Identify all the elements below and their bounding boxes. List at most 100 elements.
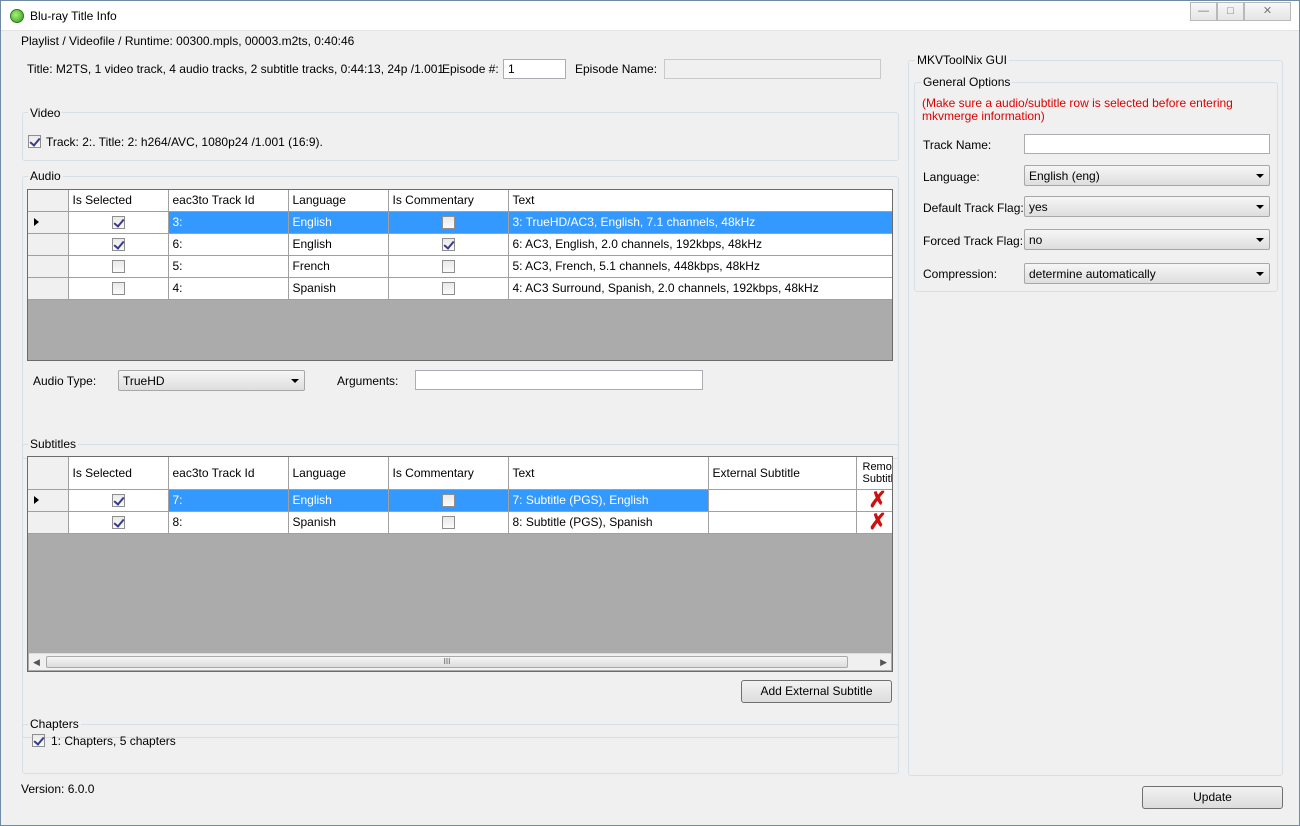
text-cell[interactable]: 6: AC3, English, 2.0 channels, 192kbps, … [508, 233, 892, 256]
version-label: Version: 6.0.0 [21, 782, 95, 796]
is-selected-cell[interactable] [68, 511, 169, 534]
track-id-cell[interactable]: 8: [168, 511, 289, 534]
remove-subtitle-cell[interactable]: ✗ [856, 489, 892, 512]
general-options-label: General Options [921, 75, 1013, 89]
table-row[interactable]: 8: Spanish 8: Subtitle (PGS), Spanish ✗ [28, 511, 892, 534]
default-track-flag-select[interactable]: yes [1024, 196, 1270, 217]
text-cell[interactable]: 7: Subtitle (PGS), English [508, 489, 709, 512]
is-commentary-cell[interactable] [388, 233, 509, 256]
subtitles-grid-header: Is Selected eac3to Track Id Language Is … [28, 457, 892, 490]
is-commentary-checkbox[interactable] [441, 260, 455, 274]
is-commentary-checkbox[interactable] [441, 494, 455, 508]
language-cell[interactable]: French [288, 255, 389, 278]
minimize-button[interactable]: — [1190, 2, 1217, 21]
row-header[interactable] [28, 211, 69, 234]
column-header[interactable]: eac3to Track Id [168, 457, 289, 490]
row-header[interactable] [28, 277, 69, 300]
scrollbar-thumb[interactable]: III [46, 656, 848, 668]
language-cell[interactable]: Spanish [288, 277, 389, 300]
episode-name-input[interactable] [664, 59, 881, 79]
chevron-down-icon [291, 379, 299, 383]
is-selected-cell[interactable] [68, 489, 169, 512]
column-header[interactable]: Text [508, 457, 709, 490]
maximize-button[interactable]: □ [1217, 2, 1244, 21]
is-commentary-checkbox[interactable] [441, 516, 455, 530]
episode-number-input[interactable]: 1 [503, 59, 566, 79]
is-commentary-cell[interactable] [388, 511, 509, 534]
column-header[interactable]: Language [288, 190, 389, 212]
is-selected-cell[interactable] [68, 211, 169, 234]
column-header[interactable]: eac3to Track Id [168, 190, 289, 212]
is-selected-checkbox[interactable] [111, 238, 125, 252]
table-row[interactable]: 6: English 6: AC3, English, 2.0 channels… [28, 233, 892, 256]
language-cell[interactable]: English [288, 233, 389, 256]
is-selected-checkbox[interactable] [111, 216, 125, 230]
is-selected-cell[interactable] [68, 277, 169, 300]
column-header[interactable]: External Subtitle [708, 457, 857, 490]
scroll-right-icon[interactable]: ▶ [880, 657, 887, 668]
remove-icon[interactable]: ✗ [869, 489, 887, 510]
track-name-input[interactable] [1024, 134, 1270, 154]
table-row[interactable]: 5: French 5: AC3, French, 5.1 channels, … [28, 255, 892, 278]
track-id-cell[interactable]: 3: [168, 211, 289, 234]
title-bar[interactable]: Blu-ray Title Info — □ ✕ [1, 1, 1299, 31]
track-id-cell[interactable]: 6: [168, 233, 289, 256]
row-header[interactable] [28, 489, 69, 512]
is-commentary-cell[interactable] [388, 211, 509, 234]
track-id-cell[interactable]: 7: [168, 489, 289, 512]
column-header[interactable]: Remo Subtitl [856, 457, 892, 490]
track-id-cell[interactable]: 5: [168, 255, 289, 278]
is-selected-cell[interactable] [68, 255, 169, 278]
row-header[interactable] [28, 255, 69, 278]
column-header[interactable]: Language [288, 457, 389, 490]
language-select[interactable]: English (eng) [1024, 165, 1270, 186]
is-commentary-checkbox[interactable] [441, 238, 455, 252]
external-subtitle-cell[interactable] [708, 511, 857, 534]
arguments-input[interactable] [415, 370, 703, 390]
audio-type-select[interactable]: TrueHD [118, 370, 305, 391]
is-commentary-cell[interactable] [388, 277, 509, 300]
text-cell[interactable]: 5: AC3, French, 5.1 channels, 448kbps, 4… [508, 255, 892, 278]
is-selected-cell[interactable] [68, 233, 169, 256]
is-commentary-cell[interactable] [388, 255, 509, 278]
track-id-cell[interactable]: 4: [168, 277, 289, 300]
language-cell[interactable]: English [288, 211, 389, 234]
update-button[interactable]: Update [1142, 786, 1283, 809]
text-cell[interactable]: 8: Subtitle (PGS), Spanish [508, 511, 709, 534]
forced-track-flag-select[interactable]: no [1024, 229, 1270, 250]
add-external-subtitle-button[interactable]: Add External Subtitle [741, 680, 892, 703]
column-header[interactable]: Is Selected [68, 457, 169, 490]
scroll-left-icon[interactable]: ◀ [33, 657, 40, 668]
is-selected-checkbox[interactable] [111, 260, 125, 274]
compression-select[interactable]: determine automatically [1024, 263, 1270, 284]
remove-icon[interactable]: ✗ [869, 511, 887, 532]
row-header[interactable] [28, 233, 69, 256]
table-row[interactable]: 4: Spanish 4: AC3 Surround, Spanish, 2.0… [28, 277, 892, 300]
row-header[interactable] [28, 511, 69, 534]
compression-value: determine automatically [1029, 267, 1156, 281]
text-cell[interactable]: 3: TrueHD/AC3, English, 7.1 channels, 48… [508, 211, 892, 234]
is-commentary-cell[interactable] [388, 489, 509, 512]
is-commentary-checkbox[interactable] [441, 216, 455, 230]
column-header[interactable]: Is Commentary [388, 190, 509, 212]
chapters-label: 1: Chapters, 5 chapters [51, 734, 176, 748]
is-selected-checkbox[interactable] [111, 516, 125, 530]
is-selected-checkbox[interactable] [111, 282, 125, 296]
table-row[interactable]: 3: English 3: TrueHD/AC3, English, 7.1 c… [28, 211, 892, 234]
language-cell[interactable]: English [288, 489, 389, 512]
language-cell[interactable]: Spanish [288, 511, 389, 534]
is-commentary-checkbox[interactable] [441, 282, 455, 296]
chapters-checkbox[interactable] [32, 734, 45, 747]
column-header[interactable]: Is Selected [68, 190, 169, 212]
video-track-checkbox[interactable] [28, 135, 41, 148]
external-subtitle-cell[interactable] [708, 489, 857, 512]
table-row[interactable]: 7: English 7: Subtitle (PGS), English ✗ [28, 489, 892, 512]
horizontal-scrollbar[interactable]: ◀ III ▶ [29, 653, 891, 670]
close-button[interactable]: ✕ [1244, 2, 1291, 21]
default-track-flag-value: yes [1029, 200, 1048, 214]
column-header[interactable]: Text [508, 190, 892, 212]
remove-subtitle-cell[interactable]: ✗ [856, 511, 892, 534]
column-header[interactable]: Is Commentary [388, 457, 509, 490]
is-selected-checkbox[interactable] [111, 494, 125, 508]
text-cell[interactable]: 4: AC3 Surround, Spanish, 2.0 channels, … [508, 277, 892, 300]
